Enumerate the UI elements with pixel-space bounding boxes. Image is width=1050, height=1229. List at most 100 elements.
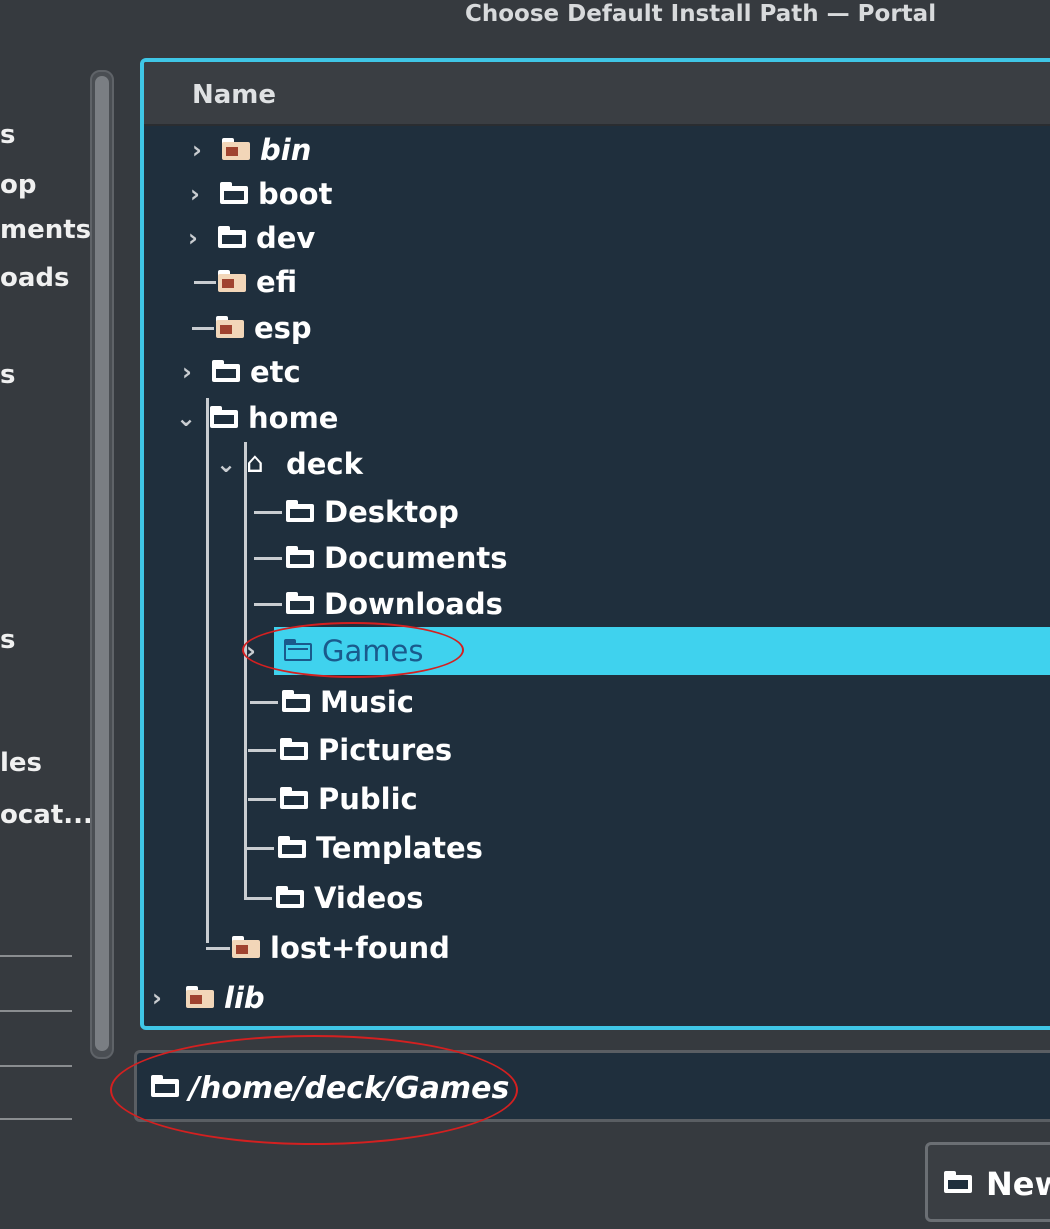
new-folder-icon bbox=[944, 1171, 972, 1193]
folder-icon bbox=[278, 836, 306, 858]
folder-icon bbox=[210, 406, 238, 428]
places-scrollbar[interactable] bbox=[90, 70, 114, 1059]
tree-row-label: deck bbox=[286, 447, 363, 481]
folder-icon bbox=[280, 738, 308, 760]
tree-line bbox=[206, 398, 209, 943]
tree-row-desktop[interactable]: Desktop bbox=[254, 490, 604, 534]
path-field-value: /home/deck/Games bbox=[189, 1071, 510, 1106]
tree-row-music[interactable]: Music bbox=[250, 680, 650, 724]
place-item-files[interactable]: les bbox=[0, 748, 42, 778]
tree-row-deck[interactable]: ⌄ ⌂ deck bbox=[210, 442, 510, 486]
tree-row-label: Downloads bbox=[324, 587, 503, 621]
folder-icon bbox=[212, 360, 240, 382]
tree-row-label: lost+found bbox=[270, 931, 450, 965]
tree-row-label: Public bbox=[318, 782, 418, 816]
tree-row-templates[interactable]: Templates bbox=[246, 826, 646, 870]
tree-line bbox=[244, 897, 272, 900]
locked-folder-icon bbox=[232, 936, 260, 958]
tree-row-games[interactable]: › Games bbox=[246, 629, 646, 673]
tree-row-lost-found[interactable]: lost+found bbox=[204, 926, 604, 970]
tree-line bbox=[192, 327, 214, 330]
tree-row-home[interactable]: ⌄ home bbox=[172, 396, 472, 440]
place-item-desktop[interactable]: op bbox=[0, 170, 36, 200]
folder-tree-view[interactable]: Name › bin › boot › dev efi esp › etc ⌄ bbox=[140, 58, 1050, 1030]
locked-folder-icon bbox=[222, 138, 250, 160]
tree-row-label: home bbox=[248, 401, 339, 435]
tree-row-esp[interactable]: esp bbox=[178, 306, 478, 350]
expand-arrow-icon[interactable]: › bbox=[192, 136, 202, 164]
expand-arrow-icon[interactable]: › bbox=[182, 358, 192, 386]
tree-line bbox=[254, 511, 282, 514]
place-item-documents[interactable]: ments bbox=[0, 215, 91, 245]
expand-arrow-icon[interactable]: › bbox=[188, 224, 198, 252]
tree-row-label: dev bbox=[256, 221, 316, 255]
divider bbox=[0, 1065, 72, 1067]
tree-row-lib[interactable]: › lib bbox=[152, 976, 452, 1020]
tree-line bbox=[248, 798, 276, 801]
tree-line bbox=[250, 701, 278, 704]
tree-row-public[interactable]: Public bbox=[248, 777, 648, 821]
tree-line bbox=[248, 749, 276, 752]
collapse-arrow-icon[interactable]: ⌄ bbox=[216, 450, 236, 478]
tree-row-dev[interactable]: › dev bbox=[182, 216, 482, 260]
folder-icon bbox=[280, 787, 308, 809]
tree-row-label: etc bbox=[250, 355, 301, 389]
tree-row-label: boot bbox=[258, 177, 333, 211]
home-folder-icon: ⌂ bbox=[246, 446, 264, 479]
tree-row-downloads[interactable]: Downloads bbox=[254, 582, 654, 626]
expand-arrow-icon[interactable]: › bbox=[246, 637, 256, 665]
folder-icon bbox=[282, 690, 310, 712]
folder-icon bbox=[218, 226, 246, 248]
path-field[interactable]: /home/deck/Games bbox=[134, 1050, 1050, 1122]
collapse-arrow-icon[interactable]: ⌄ bbox=[176, 404, 196, 432]
window-title: Choose Default Install Path — Portal bbox=[465, 1, 937, 27]
tree-row-label: Games bbox=[322, 634, 424, 668]
expand-arrow-icon[interactable]: › bbox=[190, 180, 200, 208]
place-item[interactable]: s bbox=[0, 120, 15, 150]
tree-row-efi[interactable]: efi bbox=[180, 260, 480, 304]
divider bbox=[0, 1010, 72, 1012]
place-item[interactable]: s bbox=[0, 360, 15, 390]
tree-row-label: Desktop bbox=[324, 495, 459, 529]
tree-row-label: efi bbox=[256, 265, 298, 299]
tree-line bbox=[254, 557, 282, 560]
locked-folder-icon bbox=[216, 316, 244, 338]
tree-line bbox=[194, 281, 216, 284]
folder-icon bbox=[151, 1075, 179, 1097]
locked-folder-icon bbox=[218, 270, 246, 292]
locked-folder-icon bbox=[186, 986, 214, 1008]
tree-header: Name bbox=[144, 62, 1050, 126]
tree-row-label: Music bbox=[320, 685, 414, 719]
place-item-downloads[interactable]: oads bbox=[0, 263, 70, 293]
divider bbox=[0, 955, 72, 957]
new-folder-button-label: New bbox=[986, 1165, 1050, 1203]
tree-line bbox=[254, 603, 282, 606]
places-panel: s op ments oads s s les ocat... bbox=[0, 60, 135, 1140]
place-item-locations[interactable]: ocat... bbox=[0, 800, 93, 830]
folder-icon bbox=[286, 500, 314, 522]
tree-row-videos[interactable]: Videos bbox=[244, 876, 644, 920]
tree-row-label: Pictures bbox=[318, 733, 453, 767]
tree-row-label: Templates bbox=[316, 831, 483, 865]
tree-line bbox=[246, 847, 274, 850]
column-header-name[interactable]: Name bbox=[192, 80, 276, 110]
tree-row-pictures[interactable]: Pictures bbox=[248, 728, 648, 772]
divider bbox=[0, 1118, 72, 1120]
folder-icon bbox=[276, 886, 304, 908]
tree-line bbox=[206, 947, 230, 950]
tree-row-documents[interactable]: Documents bbox=[254, 536, 654, 580]
place-item[interactable]: s bbox=[0, 625, 15, 655]
tree-row-etc[interactable]: › etc bbox=[176, 350, 476, 394]
tree-row-label: lib bbox=[224, 981, 265, 1015]
tree-row-label: Documents bbox=[324, 541, 508, 575]
tree-row-boot[interactable]: › boot bbox=[184, 172, 484, 216]
tree-row-bin[interactable]: › bin bbox=[184, 128, 484, 172]
tree-row-label: esp bbox=[254, 311, 312, 345]
tree-row-label: bin bbox=[260, 133, 312, 167]
folder-icon bbox=[284, 639, 312, 661]
folder-icon bbox=[286, 546, 314, 568]
scrollbar-handle[interactable] bbox=[95, 76, 109, 1051]
new-folder-button[interactable]: New bbox=[925, 1142, 1050, 1222]
folder-icon bbox=[220, 182, 248, 204]
expand-arrow-icon[interactable]: › bbox=[152, 984, 162, 1012]
